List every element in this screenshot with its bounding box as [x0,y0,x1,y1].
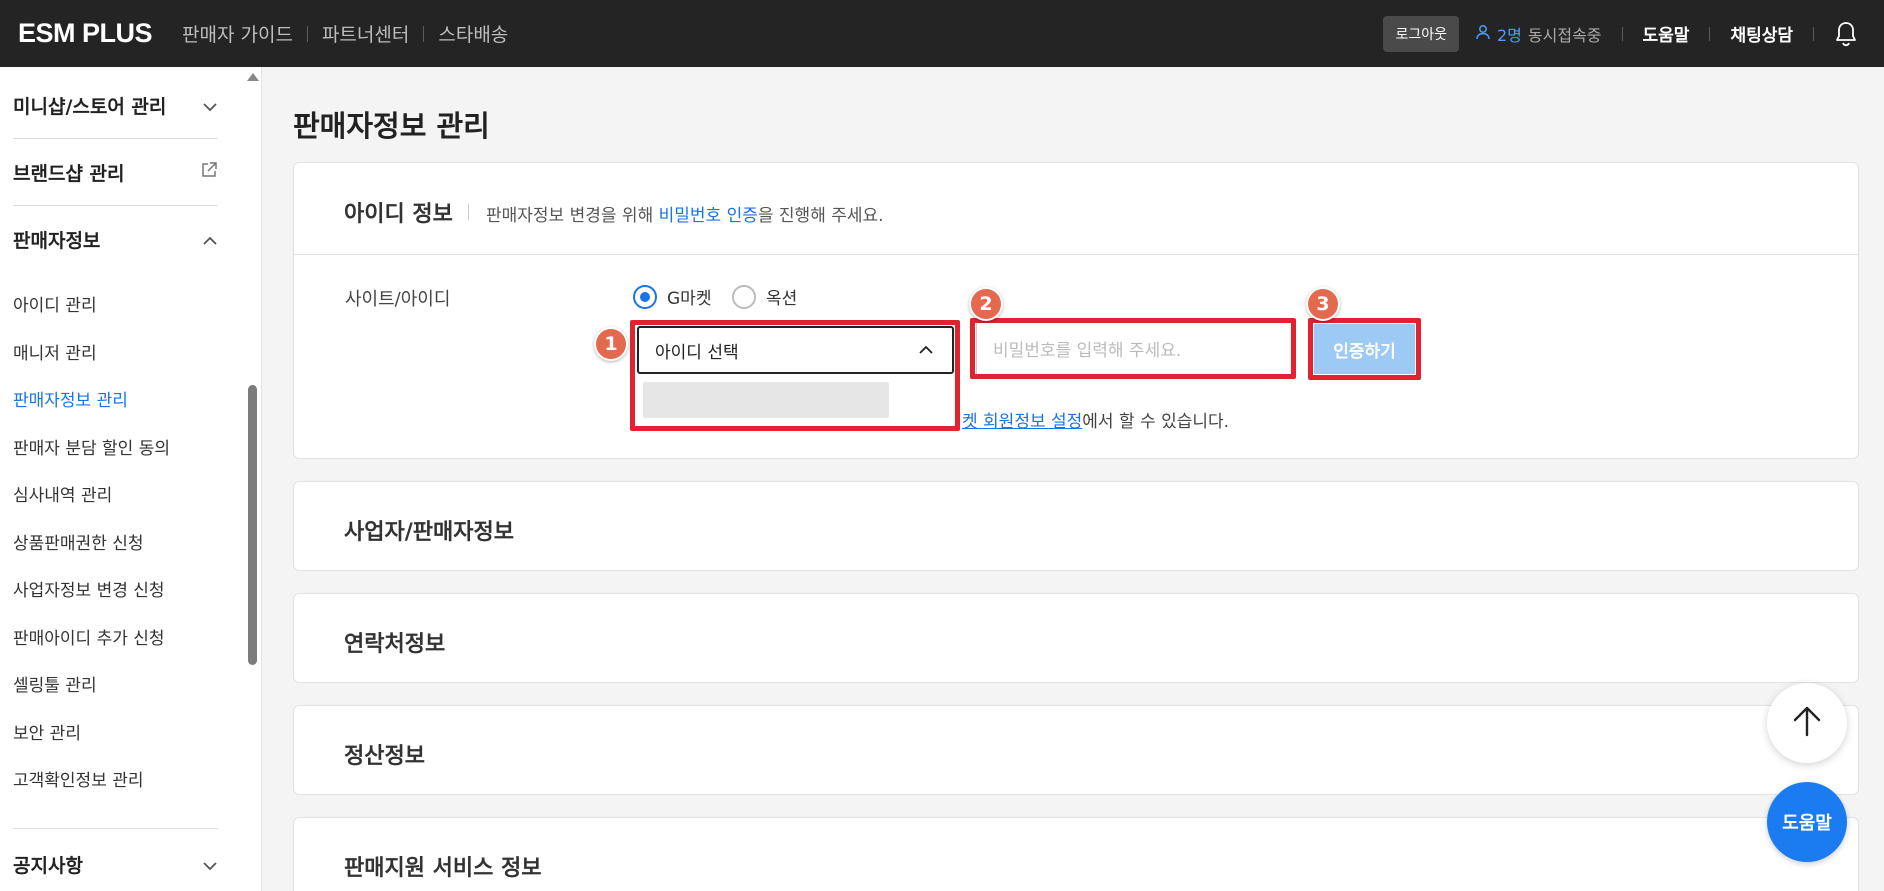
sidebar-item-discount-agreement[interactable]: 판매자 분담 할인 동의 [13,434,170,459]
sidebar-group-label: 공지사항 [13,855,83,877]
sidebar-item-id-manage[interactable]: 아이디 관리 [13,291,97,316]
sidebar-item-seller-info-manage[interactable]: 판매자정보 관리 [13,386,128,411]
id-info-header: 아이디 정보 판매자정보 변경을 위해 비밀번호 인증을 진행해 주세요. [294,163,1858,255]
top-divider [1709,26,1711,41]
sidebar: 미니샵/스토어 관리 브랜드샵 관리 판매자정보 아이디 관리 매니저 관리 판… [0,67,262,891]
section-contact-info[interactable]: 연락처정보 [293,593,1859,683]
sidebar-divider [13,138,218,139]
help-floating-button[interactable]: 도움말 [1767,782,1847,862]
chevron-down-icon [202,95,218,117]
sidebar-group-label: 브랜드샵 관리 [13,163,125,185]
bell-icon[interactable] [1834,21,1858,47]
arrow-up-icon [1792,705,1822,741]
nav-divider [423,25,425,42]
user-count: 2명 [1497,25,1522,45]
sidebar-item-review-history[interactable]: 심사내역 관리 [13,481,112,506]
sidebar-group-ministore[interactable]: 미니샵/스토어 관리 [13,92,218,119]
chat-consult-link[interactable]: 채팅상담 [1730,21,1793,46]
esm-plus-logo[interactable]: ESM PLUS [18,18,153,49]
top-divider [1621,26,1623,41]
chevron-up-icon [202,229,218,251]
external-link-icon [200,161,218,184]
note-text: 에서 할 수 있습니다. [1082,412,1230,432]
password-auth-link: 비밀번호 인증 [658,206,758,226]
scroll-up-arrow-icon[interactable] [247,73,259,81]
help-link[interactable]: 도움말 [1643,21,1690,46]
desc-text: 을 진행해 주세요. [757,206,884,226]
nav-divider [306,25,308,42]
nav-star-delivery[interactable]: 스타배송 [438,20,508,47]
sidebar-item-security[interactable]: 보안 관리 [13,719,81,744]
annotation-badge-3: 3 [1306,287,1340,321]
top-nav: 판매자 가이드 파트너센터 스타배송 [182,20,508,47]
section-settlement-info[interactable]: 정산정보 [293,705,1859,795]
sidebar-item-customer-verification[interactable]: 고객확인정보 관리 [13,766,144,791]
section-title: 연락처정보 [344,632,446,657]
radio-checked-icon [633,284,657,309]
sidebar-item-sales-permission[interactable]: 상품판매권한 신청 [13,529,144,554]
annotation-badge-1: 1 [594,327,628,361]
user-icon [1475,24,1491,44]
radio-label: G마켓 [667,289,712,309]
site-id-label: 사이트/아이디 [345,289,451,310]
user-count-label: 동시접속중 [1527,25,1602,45]
section-title: 정산정보 [344,744,425,769]
annotation-badge-2: 2 [969,287,1003,321]
sidebar-item-business-info-change[interactable]: 사업자정보 변경 신청 [13,576,165,601]
top-divider [1813,26,1814,41]
top-right-tools: 로그아웃 2명 동시접속중 도움말 채팅상담 [1383,0,1884,67]
radio-unchecked-icon [732,284,756,309]
concurrent-users[interactable]: 2명 동시접속중 [1475,22,1602,46]
sidebar-divider [13,205,218,206]
highlight-box-3 [1308,318,1421,380]
page-title: 판매자정보 관리 [293,109,490,143]
desc-text: 판매자정보 변경을 위해 [486,206,659,226]
top-bar: ESM PLUS 판매자 가이드 파트너센터 스타배송 로그아웃 2명 동시접속… [0,0,1884,67]
radio-gmarket[interactable]: G마켓 [633,284,711,309]
radio-label: 옥션 [766,289,798,309]
logout-button[interactable]: 로그아웃 [1383,15,1459,52]
sidebar-item-manager-manage[interactable]: 매니저 관리 [13,339,97,364]
sidebar-group-brandshop[interactable]: 브랜드샵 관리 [13,159,218,186]
sidebar-group-label: 미니샵/스토어 관리 [13,96,167,118]
gmarket-member-settings-link[interactable]: 켓 회원정보 설정 [962,412,1082,432]
section-business-seller-info[interactable]: 사업자/판매자정보 [293,481,1859,571]
section-sales-support-info[interactable]: 판매지원 서비스 정보 [293,817,1859,891]
sidebar-group-notice[interactable]: 공지사항 [13,851,218,878]
radio-auction[interactable]: 옥션 [732,284,797,309]
title-divider [468,204,469,220]
section-title: 사업자/판매자정보 [344,520,514,545]
id-info-description: 판매자정보 변경을 위해 비밀번호 인증을 진행해 주세요. [486,201,884,226]
sidebar-item-selling-tool[interactable]: 셀링툴 관리 [13,671,97,696]
scroll-to-top-button[interactable] [1767,683,1847,763]
section-title: 판매지원 서비스 정보 [344,856,542,881]
sidebar-group-label: 판매자정보 [13,230,101,252]
highlight-box-1 [630,320,960,431]
sidebar-item-add-seller-id[interactable]: 판매아이디 추가 신청 [13,624,165,649]
nav-seller-guide[interactable]: 판매자 가이드 [182,20,293,47]
info-note: 켓 회원정보 설정에서 할 수 있습니다. [962,407,1229,432]
nav-partner-center[interactable]: 파트너센터 [322,20,409,47]
chevron-down-icon [202,854,218,876]
id-info-title: 아이디 정보 [344,202,453,227]
sidebar-scrollbar[interactable] [248,385,257,665]
sidebar-group-seller-info[interactable]: 판매자정보 [13,226,218,253]
sidebar-divider [13,828,218,829]
highlight-box-2 [970,318,1296,379]
